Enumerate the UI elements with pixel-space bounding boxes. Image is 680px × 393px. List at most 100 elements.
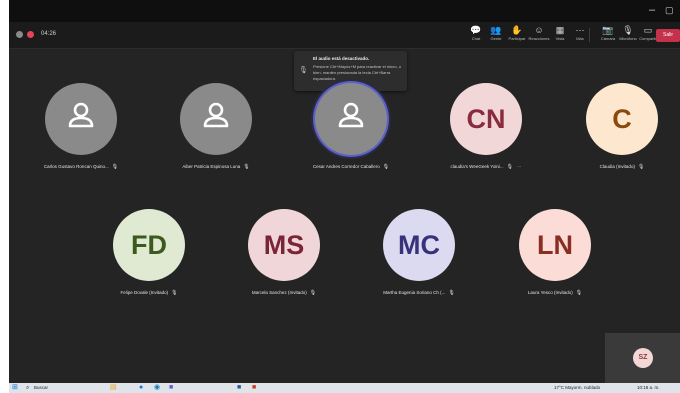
self-view[interactable]: SZ (605, 333, 680, 383)
mic-off-icon: 🎙 (309, 290, 317, 296)
word-icon[interactable]: ■ (237, 384, 241, 392)
participant-name: Martha Eugenia Soriano Ch (... (383, 290, 446, 295)
teams-icon[interactable]: ■ (169, 384, 173, 392)
person-icon (334, 99, 368, 140)
mic-off-icon: 🎙 (111, 164, 119, 170)
avatar-initials: FD (131, 229, 167, 260)
file-explorer-icon[interactable]: ▤ (110, 384, 117, 392)
toolbar-button-label: Vista (555, 36, 565, 41)
participant-name: Cesar Andres Corredor Caballero (312, 164, 380, 169)
participant-name-row: Claudia (Invitado) 🎙 (552, 164, 680, 170)
participant-name-row: Martha Eugenia Soriano Ch (... 🎙 (349, 290, 489, 296)
más-button[interactable]: ⋯ Más (569, 25, 591, 42)
mic-off-icon: 🎙 (448, 290, 455, 296)
vista-button[interactable]: ▦ Vista (549, 25, 571, 42)
maximize-button[interactable]: ▢ (665, 4, 674, 16)
participant-name: Aiber Patricia Espinosa Luna (182, 164, 241, 169)
participant-tile[interactable]: Cesar Andres Corredor Caballero 🎙 (281, 83, 421, 183)
toolbar-divider (589, 28, 590, 42)
mic-off-icon: 🎙 (299, 67, 308, 74)
notification-body: Presione Ctrl+Mayús+M para reactivar el … (313, 64, 402, 81)
title-bar: – ▢ (9, 0, 680, 22)
taskbar-search-input[interactable]: Buscar (34, 385, 48, 391)
powerpoint-icon[interactable]: ■ (252, 384, 256, 392)
participant-avatar: LN (519, 209, 591, 281)
view-icon: ▦ (555, 25, 565, 35)
recording-indicator-icon (27, 31, 34, 38)
leave-label: Salir (662, 32, 673, 38)
camera-icon: 📷 (602, 25, 614, 35)
mic-off-icon: 🎙 (382, 164, 390, 170)
participant-name: Carlos Gustavo Roncan Quino... (43, 164, 109, 169)
participant-name-row: Aiber Patricia Espinosa Luna 🎙 (146, 164, 286, 170)
leave-button[interactable]: Salir (656, 29, 680, 42)
participant-tile[interactable]: LN Laura Yesco (Invitado) 🎙 (485, 209, 625, 309)
participant-avatar: MC (383, 209, 455, 281)
raise-hand-icon: ✋ (511, 25, 523, 35)
cámara-button[interactable]: 📷 Cámara (597, 25, 619, 42)
chat-button[interactable]: 💬 Chat (465, 25, 487, 42)
search-icon[interactable]: ⌕ (26, 384, 29, 392)
participant-avatar (45, 83, 117, 155)
participant-tile[interactable]: Aiber Patricia Espinosa Luna 🎙 (146, 83, 286, 183)
reacciones-button[interactable]: ☺ Reacciones (528, 25, 550, 42)
shield-icon (16, 31, 23, 38)
taskbar-clock[interactable]: 10:18 a. m. (637, 385, 660, 391)
participar-button[interactable]: ✋ Participar (506, 25, 528, 42)
more-icon: ⋯ (575, 25, 585, 35)
participant-tile[interactable]: C Claudia (Invitado) 🎙 (552, 83, 680, 183)
person-icon (64, 99, 98, 140)
mic-off-icon: 🎙 (171, 290, 178, 296)
chrome-icon[interactable]: ● (139, 384, 143, 392)
toolbar-button-label: Cámara (600, 36, 616, 41)
meeting-toolbar: 04:26 💬 Chat 👥 Gente ✋ Participar ☺ Reacciones ▦… (9, 22, 680, 49)
participant-name: Claudia (Invitado) (599, 164, 635, 169)
participant-name: Laura Yesco (Invitado) (527, 290, 573, 295)
toolbar-button-label: Participar (508, 36, 526, 41)
edge-icon[interactable]: ◉ (154, 384, 160, 392)
minimize-button[interactable]: – (649, 4, 655, 16)
participant-name-row: Laura Yesco (Invitado) 🎙 (485, 290, 625, 296)
windows-start-icon[interactable]: ⊞ (12, 384, 18, 392)
participant-name: Marcela Sanchez (Invitado) (251, 290, 307, 295)
toolbar-button-label: Micrófono (619, 36, 637, 41)
participant-avatar (180, 83, 252, 155)
more-options-icon[interactable]: ··· (517, 164, 522, 169)
participant-name-row: Cesar Andres Corredor Caballero 🎙 (281, 164, 421, 170)
toolbar-button-label: Más (576, 36, 584, 41)
micrófono-button[interactable]: 🎙 Micrófono (617, 25, 639, 42)
meeting-timer: 04:26 (41, 31, 57, 37)
avatar-initials: MS (263, 229, 305, 260)
meeting-window: – ▢ 04:26 💬 Chat 👥 Gente ✋ Participar ☺ Reaccio… (9, 0, 680, 383)
participant-name-row: Marcela Sanchez (Invitado) 🎙 (214, 290, 354, 296)
avatar-initials: C (612, 103, 632, 134)
participant-tile[interactable]: Carlos Gustavo Roncan Quino... 🎙 (11, 83, 151, 183)
avatar-initials: LN (537, 229, 573, 260)
participant-avatar: MS (248, 209, 320, 281)
avatar-initials: CN (466, 103, 506, 134)
windows-taskbar: ⊞ ⌕ Buscar ▤ ● ◉ ■ ■ ■ 17°C Mayorm. nublado 1… (9, 383, 680, 393)
participant-tile[interactable]: MS Marcela Sanchez (Invitado) 🎙 (214, 209, 354, 309)
participant-tile[interactable]: FD Felipe Dovale (Invitado) 🎙 (79, 209, 219, 309)
reactions-icon: ☺ (534, 25, 544, 35)
mic-off-icon: 🎙 (637, 164, 645, 170)
participant-avatar: C (586, 83, 658, 155)
notification-title: El audio está desactivado. (313, 56, 370, 61)
participant-name-row: Felipe Dovale (Invitado) 🎙 (79, 290, 219, 296)
toolbar-button-label: Chat (471, 36, 481, 41)
participant-name: claudia's WeeGeek Yoini... (450, 164, 504, 169)
participant-name-row: claudia's WeeGeek Yoini... 🎙 ··· (416, 164, 556, 170)
weather-status[interactable]: 17°C Mayorm. nublado (554, 385, 600, 391)
avatar-initials: MC (398, 229, 440, 260)
participant-name-row: Carlos Gustavo Roncan Quino... 🎙 (11, 164, 151, 170)
participant-tile[interactable]: MC Martha Eugenia Soriano Ch (... 🎙 (349, 209, 489, 309)
gente-button[interactable]: 👥 Gente (485, 25, 507, 42)
participant-tile[interactable]: CN claudia's WeeGeek Yoini... 🎙 ··· (416, 83, 556, 183)
mic-off-icon: 🎙 (506, 164, 513, 170)
mic-icon: 🎙 (622, 25, 634, 35)
person-icon (199, 99, 233, 140)
participant-avatar: CN (450, 83, 522, 155)
mic-off-icon: 🎙 (243, 164, 250, 170)
participant-name: Felipe Dovale (Invitado) (120, 290, 169, 295)
participant-avatar: FD (113, 209, 185, 281)
